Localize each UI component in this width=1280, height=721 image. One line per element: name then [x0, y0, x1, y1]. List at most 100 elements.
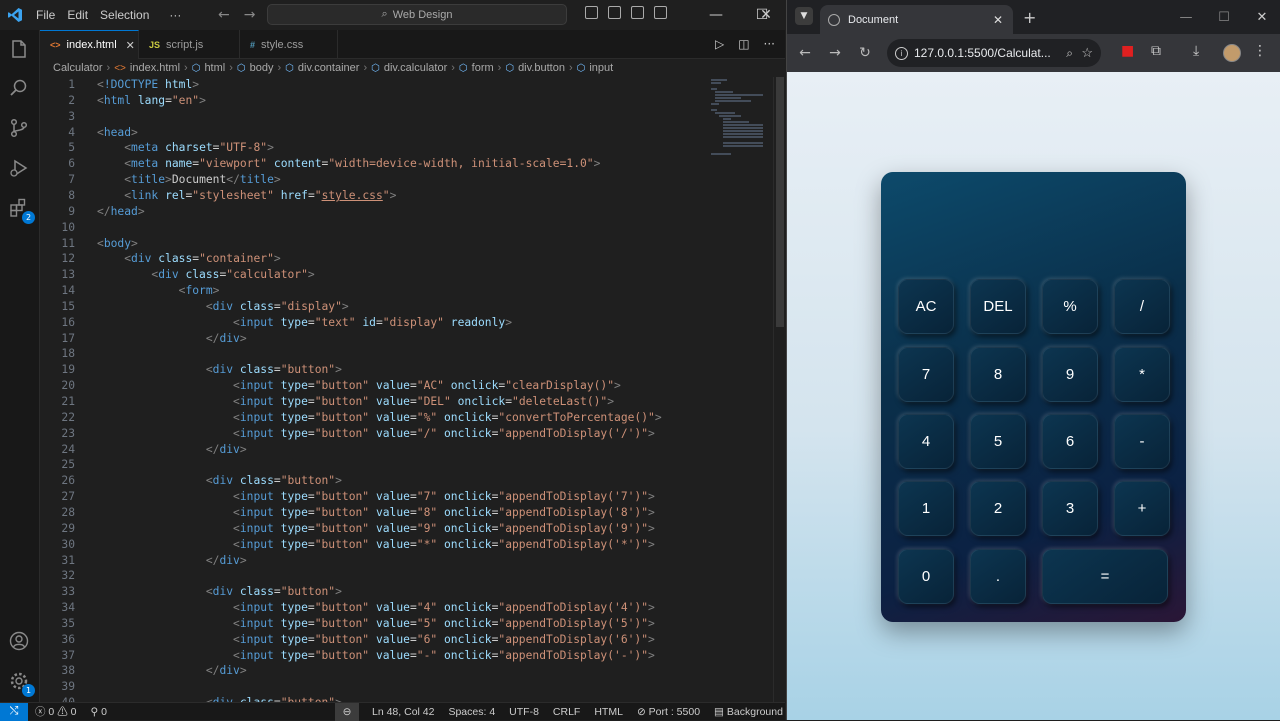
calc-button[interactable]: *: [1114, 347, 1170, 402]
breadcrumb-item[interactable]: body: [250, 62, 274, 74]
code-line[interactable]: 10: [40, 220, 773, 236]
zoom-magnifier-icon[interactable]: ⌕: [1066, 46, 1073, 61]
problems-status[interactable]: ⓧ 0 ⚠ 0: [28, 704, 83, 719]
encoding[interactable]: UTF-8: [502, 706, 546, 718]
minimap[interactable]: [707, 77, 773, 167]
bookmark-star-icon[interactable]: ☆: [1081, 45, 1093, 61]
code-line[interactable]: 33 <div class="button">: [40, 584, 773, 600]
code-line[interactable]: 20 <input type="button" value="AC" oncli…: [40, 378, 773, 394]
run-icon[interactable]: ▷: [715, 37, 724, 51]
new-tab-icon[interactable]: +: [1023, 8, 1036, 27]
calc-button[interactable]: 9: [1042, 347, 1098, 402]
code-line[interactable]: 3: [40, 109, 773, 125]
calc-button[interactable]: 7: [898, 347, 954, 402]
breadcrumb-item[interactable]: form: [472, 62, 494, 74]
search-icon[interactable]: [8, 77, 32, 101]
toggle-panel-icon[interactable]: [608, 6, 621, 19]
tab-script-js[interactable]: JS script.js: [139, 30, 240, 59]
calc-button[interactable]: 5: [970, 414, 1026, 469]
cursor-position[interactable]: Ln 48, Col 42: [365, 706, 441, 718]
customize-layout-icon[interactable]: [654, 6, 667, 19]
live-server-port[interactable]: ⊘ Port : 5500: [630, 706, 707, 718]
code-line[interactable]: 32: [40, 568, 773, 584]
more-actions-icon[interactable]: ···: [764, 37, 775, 51]
code-line[interactable]: 8 <link rel="stylesheet" href="style.css…: [40, 188, 773, 204]
forward-arrow-icon[interactable]: →: [244, 7, 256, 23]
toggle-sidebar-icon[interactable]: [585, 6, 598, 19]
breadcrumb-item[interactable]: div.calculator: [384, 62, 447, 74]
command-center-search[interactable]: ⌕ Web Design: [267, 4, 567, 25]
calc-button[interactable]: 1: [898, 481, 954, 536]
close-window-icon[interactable]: ✕: [1243, 0, 1280, 34]
calc-button[interactable]: 6: [1042, 414, 1098, 469]
forward-arrow-icon[interactable]: →: [820, 45, 850, 61]
code-editor[interactable]: 1 <!DOCTYPE html> 2 <html lang="en"> 3 4 <head…: [40, 77, 773, 702]
code-line[interactable]: 25: [40, 457, 773, 473]
code-line[interactable]: 7 <title>Document</title>: [40, 172, 773, 188]
calc-button[interactable]: -: [1114, 414, 1170, 469]
extensions-puzzle-icon[interactable]: ⧉: [1151, 43, 1161, 59]
code-line[interactable]: 21 <input type="button" value="DEL" oncl…: [40, 394, 773, 410]
code-line[interactable]: 11 <body>: [40, 236, 773, 252]
reload-icon[interactable]: ↻: [850, 45, 880, 61]
calc-button[interactable]: 3: [1042, 481, 1098, 536]
site-info-icon[interactable]: i: [895, 46, 908, 60]
code-line[interactable]: 35 <input type="button" value="5" onclic…: [40, 616, 773, 632]
code-line[interactable]: 39: [40, 679, 773, 695]
code-line[interactable]: 34 <input type="button" value="4" onclic…: [40, 600, 773, 616]
code-line[interactable]: 31 </div>: [40, 553, 773, 569]
close-tab-icon[interactable]: ✕: [993, 13, 1003, 27]
calc-button[interactable]: 2: [970, 481, 1026, 536]
download-icon[interactable]: ⤓: [1193, 43, 1199, 59]
code-line[interactable]: 28 <input type="button" value="8" onclic…: [40, 505, 773, 521]
chrome-menu-icon[interactable]: ⋮: [1253, 43, 1267, 59]
explorer-icon[interactable]: [8, 38, 32, 62]
calc-button[interactable]: 8: [970, 347, 1026, 402]
code-line[interactable]: 5 <meta charset="UTF-8">: [40, 140, 773, 156]
calc-button[interactable]: /: [1114, 279, 1170, 334]
end-of-line[interactable]: CRLF: [546, 706, 587, 718]
code-line[interactable]: 38 </div>: [40, 663, 773, 679]
indentation[interactable]: Spaces: 4: [441, 706, 502, 718]
tab-style-css[interactable]: # style.css: [240, 30, 338, 59]
code-line[interactable]: 23 <input type="button" value="/" onclic…: [40, 426, 773, 442]
code-line[interactable]: 6 <meta name="viewport" content="width=d…: [40, 156, 773, 172]
code-line[interactable]: 14 <form>: [40, 283, 773, 299]
menu-selection[interactable]: Selection: [94, 8, 155, 22]
split-editor-icon[interactable]: ◫: [738, 37, 749, 51]
code-line[interactable]: 24 </div>: [40, 442, 773, 458]
tab-index-html[interactable]: <> index.html ✕: [40, 30, 139, 59]
calc-button[interactable]: AC: [898, 279, 954, 334]
calc-button[interactable]: .: [970, 549, 1026, 604]
profile-avatar[interactable]: [1223, 44, 1241, 62]
breadcrumb-item[interactable]: html: [204, 62, 225, 74]
calc-button[interactable]: DEL: [970, 279, 1026, 334]
code-line[interactable]: 9 </head>: [40, 204, 773, 220]
scrollbar-thumb[interactable]: [776, 77, 784, 327]
remote-icon[interactable]: ⤭: [0, 702, 28, 721]
vertical-scrollbar[interactable]: [773, 77, 785, 702]
breadcrumb-item[interactable]: div.container: [298, 62, 360, 74]
calc-button[interactable]: 0: [898, 549, 954, 604]
minimize-icon[interactable]: —: [1167, 0, 1205, 34]
code-line[interactable]: 29 <input type="button" value="9" onclic…: [40, 521, 773, 537]
calc-button[interactable]: 4: [898, 414, 954, 469]
code-line[interactable]: 19 <div class="button">: [40, 362, 773, 378]
tab-search-chevron-icon[interactable]: ▼: [795, 7, 813, 25]
menu-edit[interactable]: Edit: [61, 8, 94, 22]
code-line[interactable]: 36 <input type="button" value="6" onclic…: [40, 632, 773, 648]
back-arrow-icon[interactable]: ←: [790, 45, 820, 61]
menu-more[interactable]: ···: [163, 8, 187, 22]
breadcrumb-item[interactable]: Calculator: [53, 62, 103, 74]
background-status[interactable]: ▤ Background: [707, 706, 790, 718]
code-line[interactable]: 2 <html lang="en">: [40, 93, 773, 109]
browser-tab[interactable]: Document ✕: [820, 5, 1013, 34]
source-control-icon[interactable]: [8, 117, 32, 141]
code-line[interactable]: 40 <div class="button">: [40, 695, 773, 702]
calc-button[interactable]: =: [1042, 549, 1168, 604]
code-line[interactable]: 18: [40, 346, 773, 362]
code-line[interactable]: 15 <div class="display">: [40, 299, 773, 315]
accounts-icon[interactable]: [8, 630, 32, 654]
extension-icon[interactable]: ■: [1121, 43, 1134, 59]
minimize-icon[interactable]: —: [693, 0, 739, 30]
